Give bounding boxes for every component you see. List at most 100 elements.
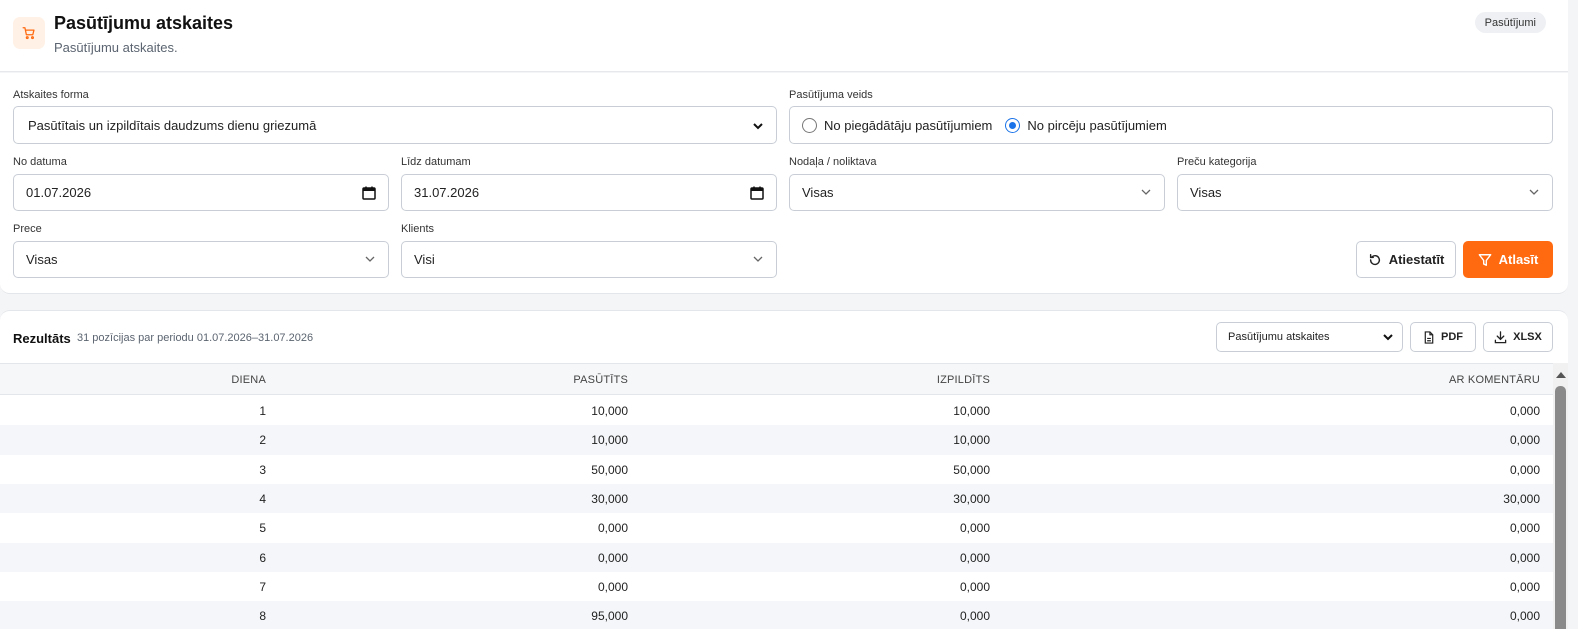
page-title: Pasūtījumu atskaites [54,13,234,33]
table-row[interactable]: 4 30,000 30,000 30,000 [0,483,1553,514]
table-row[interactable]: 8 95,000 0,000 0,000 [0,601,1553,629]
cell-day: 7 [259,579,266,594]
cell-ordered: 0,000 [597,579,628,594]
filter-icon [1478,253,1492,266]
cell-with-comment: 0,000 [1509,521,1540,536]
cell-day: 6 [259,550,266,565]
page-subtitle: Pasūtījumu atskaites. [54,40,178,55]
date-from-input[interactable]: 01.07.2026 [13,174,389,211]
cell-fulfilled: 30,000 [953,491,990,506]
chevron-down-icon [753,256,763,262]
reset-icon [1369,253,1380,265]
department-select[interactable]: Visas [789,174,1165,211]
apply-label: Atlasīt [1498,252,1539,267]
cell-ordered: 10,000 [591,433,628,448]
reset-label: Atiestatīt [1388,252,1445,267]
date-to-input[interactable]: 31.07.2026 [401,174,777,211]
scroll-thumb[interactable] [1555,386,1566,629]
cell-fulfilled: 0,000 [959,521,990,536]
category-label: Preču kategorija [1177,156,1257,168]
product-select[interactable]: Visas [13,241,389,278]
radio-button[interactable] [802,117,817,133]
cell-with-comment: 0,000 [1509,433,1540,448]
table-row[interactable]: 1 10,000 10,000 0,000 [0,396,1553,425]
report-form-select[interactable]: Pasūtītais un izpildītais daudzums dienu… [13,106,777,144]
cell-fulfilled: 50,000 [953,462,990,477]
cell-with-comment: 0,000 [1509,462,1540,477]
document-icon [1424,330,1434,344]
order-type-label: Pasūtījuma veids [789,89,873,101]
report-form-label: Atskaites forma [13,89,89,101]
cell-fulfilled: 10,000 [953,433,990,448]
radio-supplier-orders[interactable]: No piegādātāju pasūtījumiem [802,117,992,133]
cell-day: 3 [259,462,266,477]
pdf-export-button[interactable]: PDF [1410,322,1476,352]
filter-panel: Atskaites forma Pasūtītais un izpildītai… [0,73,1568,294]
cell-day: 2 [259,433,266,448]
report-type-select[interactable]: Pasūtījumu atskaites [1216,322,1403,352]
table-header: DIENA PASŪTĪTS IZPILDĪTS AR KOMENTĀRU [0,363,1553,395]
module-badge: Pasūtījumi [1474,12,1546,33]
table-row[interactable]: 2 10,000 10,000 0,000 [0,425,1553,455]
cell-day: 4 [259,491,266,506]
department-value: Visas [802,185,834,200]
column-header-ordered[interactable]: PASŪTĪTS [573,374,628,386]
scroll-up-arrow-icon[interactable] [1556,372,1566,378]
report-type-value: Pasūtījumu atskaites [1228,331,1330,343]
cell-ordered: 30,000 [591,491,628,506]
cell-with-comment: 30,000 [1503,491,1540,506]
table-row[interactable]: 5 0,000 0,000 0,000 [0,513,1553,542]
download-icon [1494,330,1507,343]
apply-button[interactable]: Atlasīt [1463,241,1553,278]
chevron-down-icon [1529,189,1539,195]
cell-day: 8 [259,609,266,624]
table-row[interactable]: 6 0,000 0,000 0,000 [0,542,1553,572]
chevron-down-icon [365,256,375,262]
radio-button-selected[interactable] [1005,117,1021,133]
column-header-with-comment[interactable]: AR KOMENTĀRU [1449,374,1540,386]
date-to-label: Līdz datumam [401,156,471,168]
cell-with-comment: 0,000 [1509,550,1540,565]
page-header: Pasūtījumu atskaites Pasūtījumu atskaite… [0,0,1568,72]
cell-with-comment: 0,000 [1509,404,1540,418]
product-label: Prece [13,223,42,235]
cell-fulfilled: 0,000 [959,579,990,594]
cell-with-comment: 0,000 [1509,579,1540,594]
radio-customer-orders[interactable]: No pircēju pasūtījumiem [1005,117,1167,133]
date-to-value: 31.07.2026 [414,185,480,200]
column-header-day[interactable]: DIENA [231,374,266,386]
cell-ordered: 95,000 [591,609,628,624]
report-form-value: Pasūtītais un izpildītais daudzums dienu… [28,117,317,133]
client-value: Visi [414,252,435,267]
cell-ordered: 0,000 [597,521,628,536]
cell-fulfilled: 0,000 [959,609,990,624]
order-type-radio-group: No piegādātāju pasūtījumiem No pircēju p… [789,106,1553,144]
department-label: Nodaļa / noliktava [789,156,877,168]
table-row[interactable]: 7 0,000 0,000 0,000 [0,572,1553,601]
table-scrollbar[interactable] [1553,363,1568,629]
chevron-down-icon [753,123,763,130]
column-header-fulfilled[interactable]: IZPILDĪTS [937,374,990,386]
calendar-icon[interactable] [750,186,764,200]
cell-fulfilled: 0,000 [959,550,990,565]
cell-ordered: 10,000 [591,404,628,418]
pdf-label: PDF [1441,331,1463,343]
category-select[interactable]: Visas [1177,174,1553,211]
xlsx-label: XLSX [1513,331,1542,343]
results-panel: Rezultāts 31 pozīcijas par periodu 01.07… [0,310,1568,629]
cell-fulfilled: 10,000 [953,404,990,418]
cell-day: 5 [259,521,266,536]
reset-button[interactable]: Atiestatīt [1356,241,1456,278]
table-row[interactable]: 3 50,000 50,000 0,000 [0,455,1553,484]
cell-ordered: 0,000 [597,550,628,565]
cell-ordered: 50,000 [591,462,628,477]
cell-day: 1 [259,404,266,418]
product-value: Visas [26,252,58,267]
client-select[interactable]: Visi [401,241,777,278]
chevron-down-icon [1383,334,1393,341]
xlsx-export-button[interactable]: XLSX [1483,322,1553,352]
results-title: Rezultāts [13,331,71,346]
date-from-value: 01.07.2026 [26,185,92,200]
calendar-icon[interactable] [362,186,376,200]
cell-with-comment: 0,000 [1509,609,1540,624]
